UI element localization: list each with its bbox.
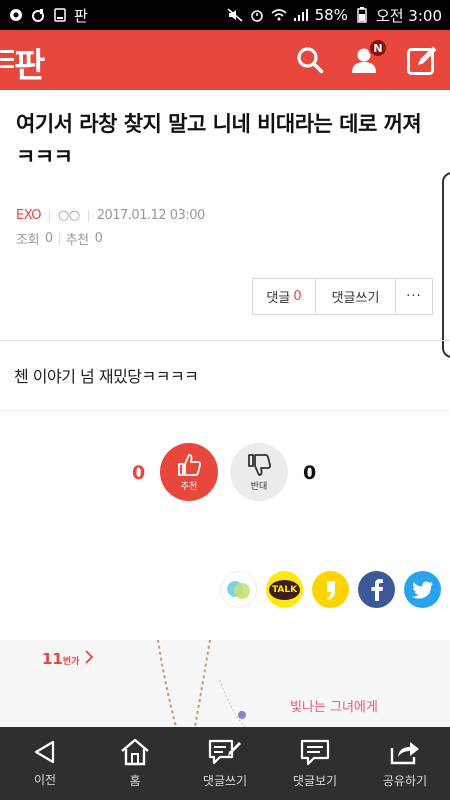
post-meta: EXO ○○ 2017.01.12 03:00: [16, 208, 205, 223]
divider: [87, 209, 89, 222]
content-divider: [0, 340, 450, 341]
share-kakaostory-button[interactable]: [312, 571, 349, 608]
nav-back[interactable]: 이전: [0, 727, 90, 800]
write-comment-icon: [208, 739, 241, 765]
downvote-count: 0: [303, 462, 317, 484]
downvote-label: 반대: [250, 481, 268, 492]
post-category[interactable]: EXO: [16, 208, 42, 223]
nav-home-label: 홈: [129, 774, 141, 788]
facebook-icon: [371, 578, 383, 601]
kakaostory-icon: [326, 580, 335, 600]
post-author: ○○: [58, 208, 80, 223]
content-divider: [0, 410, 450, 411]
notification-badge: N: [368, 38, 388, 58]
status-bar-right: 58% 오전 3:00: [227, 5, 442, 26]
twitter-icon: [411, 581, 433, 599]
downvote-button[interactable]: 반대: [230, 443, 288, 501]
share-icon: [390, 742, 419, 765]
post-date: 2017.01.12 03:00: [96, 208, 206, 223]
search-button[interactable]: [292, 38, 328, 82]
ad-headline: 빛나는 그녀에게: [290, 700, 378, 715]
bottom-navigation: 이전 홈 댓글쓰기 댓글보기 공유하기: [0, 727, 450, 800]
battery-percent: 58%: [314, 6, 348, 24]
arrow-right-icon: [85, 650, 94, 664]
status-bar-left: 판: [8, 5, 88, 26]
divider: [49, 209, 51, 222]
views-count: 0: [44, 231, 53, 246]
status-bar: 판 58% 오전 3:00: [0, 0, 450, 30]
clock: 오전 3:00: [375, 6, 442, 25]
notification-icon: [8, 7, 24, 23]
ad-logo-number: 11: [42, 650, 63, 668]
nav-home[interactable]: 홈: [90, 727, 180, 800]
home-icon: [121, 738, 149, 766]
comments-count: 0: [293, 289, 302, 304]
app-notification-text: 판: [74, 6, 88, 25]
download-icon: [52, 7, 68, 23]
necklace-image: [157, 640, 246, 727]
nav-share-label: 공유하기: [382, 774, 428, 788]
write-comment-button[interactable]: 댓글쓰기: [316, 279, 396, 314]
upvote-count: 0: [132, 462, 146, 484]
recommend-count: 0: [94, 231, 103, 246]
comments-button[interactable]: 댓글 0: [253, 279, 316, 314]
nav-write-comment[interactable]: 댓글쓰기: [180, 727, 270, 800]
app-header: 판 N: [0, 30, 450, 90]
search-icon: [297, 47, 324, 74]
my-page-button[interactable]: N: [348, 38, 388, 82]
write-post-button[interactable]: [404, 38, 440, 82]
comment-toolbar: 댓글 0 댓글쓰기 ···: [252, 278, 433, 315]
share-facebook-button[interactable]: [358, 571, 395, 608]
views-label: 조회: [16, 233, 39, 248]
share-kakaotalk-button[interactable]: TALK: [266, 571, 303, 608]
more-options-button[interactable]: ···: [396, 279, 432, 314]
upvote-label: 추천: [180, 481, 198, 492]
header-actions: N: [292, 38, 440, 82]
comments-label: 댓글: [266, 291, 291, 306]
wifi-icon: [271, 7, 287, 23]
mute-icon: [227, 7, 243, 23]
upvote-button[interactable]: 추천: [160, 443, 218, 501]
nav-share[interactable]: 공유하기: [360, 727, 450, 800]
divider: [58, 232, 60, 245]
thumbs-up-icon: [178, 453, 201, 476]
ad-logo-sub: 번가: [62, 657, 80, 667]
nav-view-comments[interactable]: 댓글보기: [270, 727, 360, 800]
recommend-label: 추천: [65, 233, 89, 248]
share-line-button[interactable]: [220, 571, 257, 608]
post-body: 첸 이야기 넘 재밌당ㅋㅋㅋㅋ: [14, 367, 199, 386]
ad-banner[interactable]: 11번가 빛나는 그녀에게: [0, 640, 450, 727]
nav-write-comment-label: 댓글쓰기: [202, 774, 248, 788]
alarm-icon: [249, 7, 265, 23]
nav-back-label: 이전: [33, 773, 57, 787]
kakaotalk-icon: TALK: [268, 579, 301, 600]
back-icon: [34, 740, 55, 764]
signal-icon: [293, 7, 309, 23]
thumbs-down-icon: [248, 453, 271, 476]
share-buttons: TALK: [220, 571, 441, 608]
edit-icon: [407, 46, 437, 75]
app-notification-icon: [30, 7, 46, 23]
battery-icon: [354, 7, 370, 23]
ad-logo: 11번가: [42, 650, 94, 668]
comments-icon: [300, 739, 330, 766]
post-stats: 조회 0 추천 0: [16, 229, 103, 248]
share-twitter-button[interactable]: [404, 571, 441, 608]
line-icon: [226, 580, 250, 599]
side-drawer-handle[interactable]: [442, 172, 450, 358]
menu-icon[interactable]: [0, 50, 14, 68]
post-title: 여기서 라창 찾지 말고 니네 비대라는 데로 꺼져ㅋㅋㅋ: [16, 112, 422, 169]
app-logo[interactable]: 판: [14, 38, 45, 87]
nav-view-comments-label: 댓글보기: [292, 774, 338, 788]
